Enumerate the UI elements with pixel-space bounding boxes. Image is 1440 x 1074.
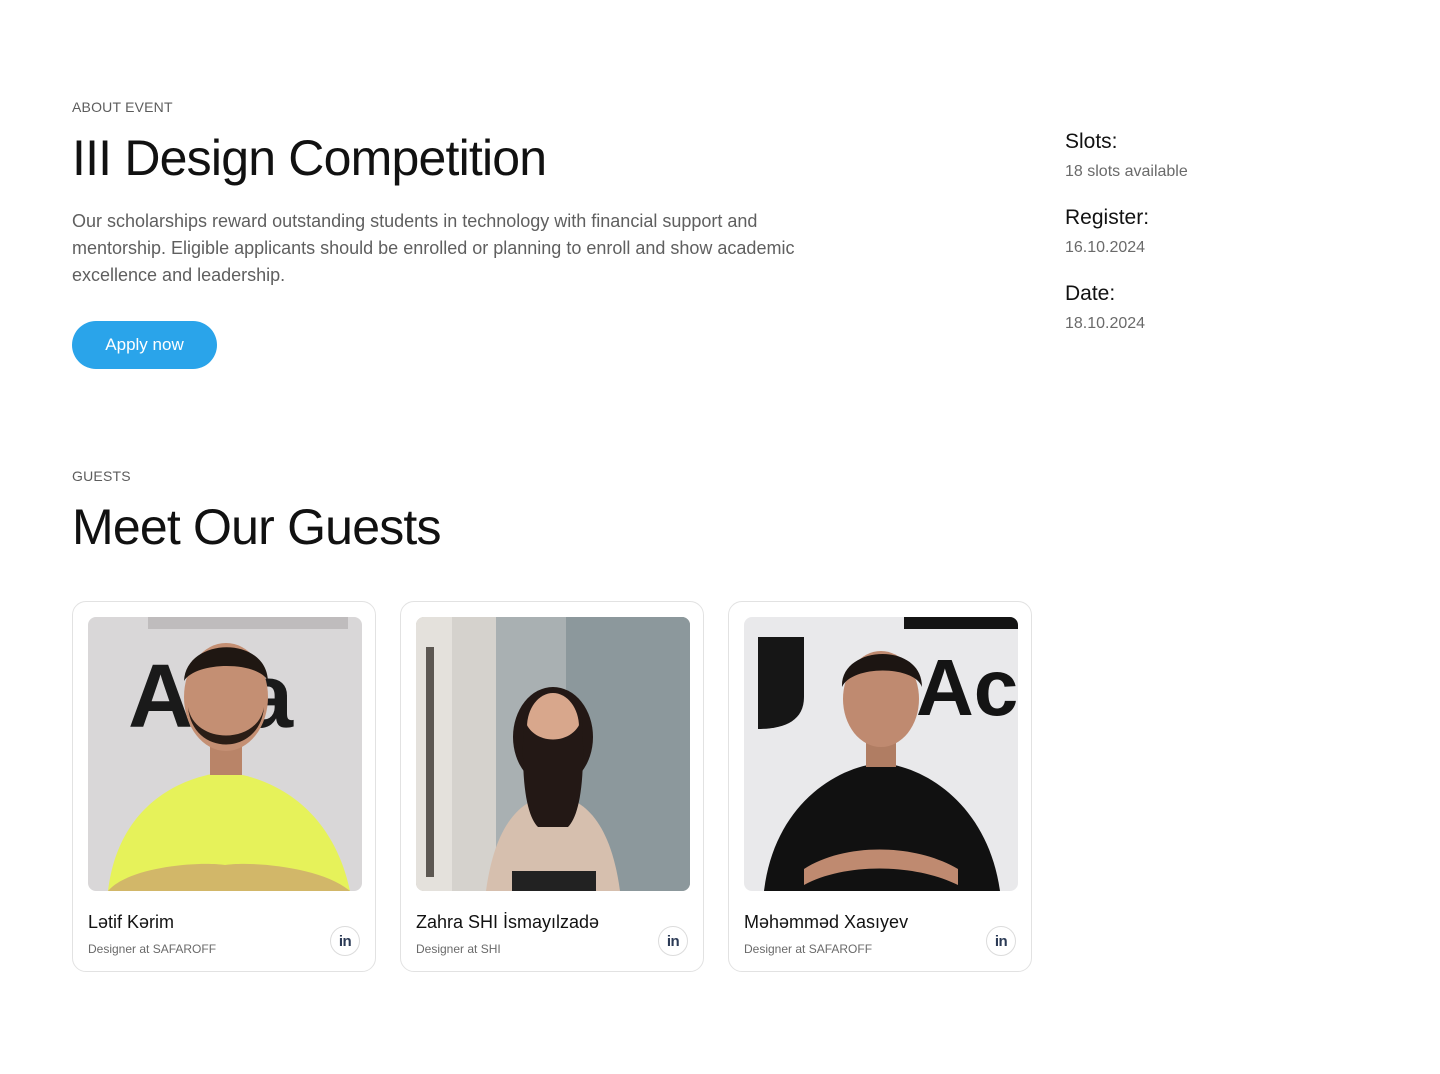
guest-card: Zahra SHI İsmayılzadə Designer at SHI in xyxy=(400,601,704,972)
linkedin-button[interactable]: in xyxy=(658,926,688,956)
event-page: ABOUT EVENT III Design Competition Our s… xyxy=(0,0,1440,1074)
guest-card: Aca Lətif Kərim Designer at SAFAROFF in xyxy=(72,601,376,972)
guest-photo-image: Aca xyxy=(88,617,362,891)
linkedin-button[interactable]: in xyxy=(986,926,1016,956)
meta-register: Register: 16.10.2024 xyxy=(1065,205,1365,281)
guest-photo-image: Ac xyxy=(744,617,1018,891)
guests-eyebrow: GUESTS xyxy=(72,468,131,484)
guest-name: Məhəmməd Xasıyev xyxy=(744,912,909,932)
linkedin-icon: in xyxy=(338,932,352,950)
guests-title: Meet Our Guests xyxy=(72,499,442,555)
event-description: Our scholarships reward outstanding stud… xyxy=(72,211,795,285)
guest-role: Designer at SAFAROFF xyxy=(88,942,217,956)
guest-role: Designer at SHI xyxy=(416,942,501,956)
meta-slots: Slots: 18 slots available xyxy=(1065,129,1365,205)
linkedin-icon: in xyxy=(666,932,680,950)
meta-label: Slots: xyxy=(1065,130,1118,153)
guest-photo-image xyxy=(416,617,690,891)
linkedin-button[interactable]: in xyxy=(330,926,360,956)
apply-now-button[interactable]: Apply now xyxy=(72,321,217,369)
event-meta: Slots: 18 slots available Register: 16.1… xyxy=(1065,129,1365,357)
guest-photo: Ac xyxy=(744,617,1018,891)
page-title: III Design Competition xyxy=(72,130,547,186)
linkedin-icon: in xyxy=(994,932,1008,950)
about-eyebrow: ABOUT EVENT xyxy=(72,99,173,115)
meta-label: Date: xyxy=(1065,282,1116,305)
guest-cards: Aca Lətif Kərim Designer at SAFAROFF in xyxy=(72,601,1032,972)
guest-card: Ac Məhəmməd Xasıyev Designer at SAFAROFF… xyxy=(728,601,1032,972)
meta-value: 18.10.2024 xyxy=(1065,315,1146,332)
guest-name: Lətif Kərim xyxy=(88,912,175,932)
guest-photo: Aca xyxy=(88,617,362,891)
svg-text:Ac: Ac xyxy=(916,643,1018,732)
meta-value: 18 slots available xyxy=(1065,163,1188,180)
meta-value: 16.10.2024 xyxy=(1065,239,1146,256)
meta-date: Date: 18.10.2024 xyxy=(1065,281,1365,357)
guest-name: Zahra SHI İsmayılzadə xyxy=(416,912,600,932)
guest-photo xyxy=(416,617,690,891)
guest-role: Designer at SAFAROFF xyxy=(744,942,873,956)
meta-label: Register: xyxy=(1065,206,1150,229)
